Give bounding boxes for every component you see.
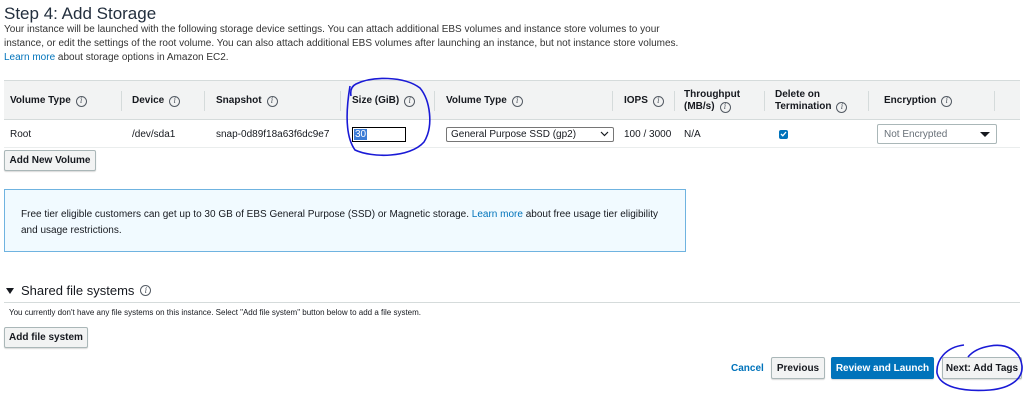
cell-ebs-type: General Purpose SSD (gp2) [446, 120, 614, 148]
header-volume-type: Volume Type i [10, 81, 87, 121]
delete-on-termination-checkbox[interactable] [779, 129, 788, 139]
encryption-select[interactable]: Not Encrypted [877, 124, 997, 144]
volume-type-select[interactable]: General Purpose SSD (gp2) [446, 126, 614, 142]
volume-type-value: General Purpose SSD (gp2) [451, 128, 577, 140]
header-delete-on-termination: Delete on Termination i [775, 81, 848, 121]
info-icon[interactable]: i [75, 95, 87, 107]
info-icon[interactable]: i [140, 285, 152, 296]
table-header: Volume Type i Device i Snapshot i Size (… [4, 80, 1020, 120]
size-input[interactable]: 30 [352, 126, 406, 142]
encryption-value: Not Encrypted [884, 128, 948, 140]
checkmark-icon [780, 131, 787, 137]
cell-size: 30 [352, 120, 406, 148]
shared-file-systems-header[interactable]: Shared file systems i [6, 283, 152, 298]
header-throughput: Throughput (MB/s) i [684, 89, 741, 113]
cell-throughput: N/A [684, 128, 701, 140]
cell-encryption: Not Encrypted [877, 120, 997, 148]
shared-file-systems-title: Shared file systems [21, 283, 135, 298]
chevron-down-icon [600, 131, 609, 137]
free-tier-info-box: Free tier eligible customers can get up … [4, 189, 686, 252]
info-icon[interactable]: i [404, 95, 416, 107]
info-icon[interactable]: i [169, 95, 181, 107]
intro-text: Your instance will be launched with the … [4, 23, 694, 65]
caret-down-icon [980, 131, 990, 137]
cell-iops: 100 / 3000 [624, 128, 672, 140]
header-ebs-volume-type: Volume Type i [446, 81, 523, 121]
free-tier-text: Free tier eligible customers can get up … [21, 209, 469, 220]
page-title: Step 4: Add Storage [4, 4, 157, 23]
info-icon[interactable]: i [511, 95, 523, 107]
previous-button[interactable]: Previous [771, 357, 825, 379]
review-and-launch-button[interactable]: Review and Launch [831, 357, 934, 379]
section-divider [4, 302, 1020, 303]
next-add-tags-button[interactable]: Next: Add Tags [942, 357, 1022, 379]
cell-device: /dev/sda1 [132, 128, 176, 140]
cell-snapshot: snap-0d89f18a63f6dc9e7 [216, 128, 330, 140]
info-icon[interactable]: i [941, 95, 953, 107]
info-icon[interactable]: i [836, 101, 848, 113]
add-new-volume-button[interactable]: Add New Volume [4, 150, 96, 171]
header-device: Device i [132, 81, 181, 121]
info-icon[interactable]: i [719, 101, 731, 113]
cancel-link[interactable]: Cancel [731, 363, 764, 374]
info-icon[interactable]: i [266, 95, 278, 107]
cell-volume-type: Root [10, 128, 32, 140]
shared-file-systems-text: You currently don't have any file system… [9, 308, 422, 317]
header-size: Size (GiB) i [352, 81, 416, 121]
info-icon[interactable]: i [652, 95, 664, 107]
cell-delete-on-termination [779, 120, 788, 148]
intro-body: Your instance will be launched with the … [4, 24, 679, 49]
free-tier-learn-more-link[interactable]: Learn more [472, 209, 523, 220]
caret-down-icon [6, 287, 14, 294]
add-file-system-button[interactable]: Add file system [4, 327, 88, 348]
intro-tail: about storage options in Amazon EC2. [57, 52, 229, 63]
size-value: 30 [354, 128, 368, 140]
header-iops: IOPS i [624, 81, 664, 121]
header-snapshot: Snapshot i [216, 81, 278, 121]
table-row: Root /dev/sda1 snap-0d89f18a63f6dc9e7 30… [4, 120, 1020, 148]
storage-table: Volume Type i Device i Snapshot i Size (… [4, 80, 1020, 148]
learn-more-link[interactable]: Learn more [4, 52, 55, 63]
header-encryption: Encryption i [884, 81, 953, 121]
